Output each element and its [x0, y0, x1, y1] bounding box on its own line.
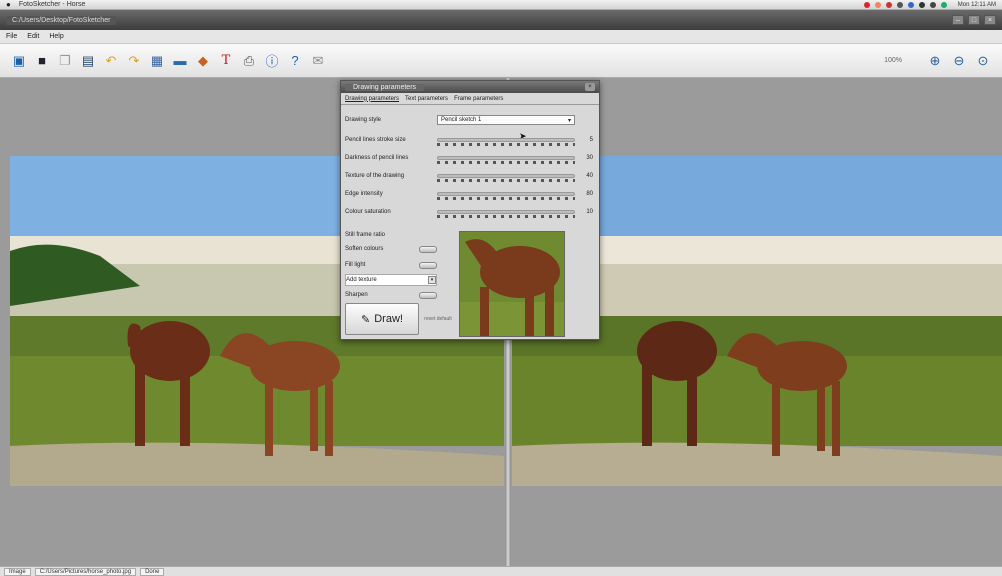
option-toggle[interactable] — [419, 261, 437, 269]
menu-help[interactable]: Help — [49, 33, 63, 40]
print-icon[interactable]: ⎙ — [240, 52, 258, 70]
option-row: Sharpen — [345, 289, 437, 301]
tab-text-parameters[interactable]: Text parameters — [405, 96, 448, 102]
apple-icon[interactable]: ● — [6, 0, 11, 9]
slider-value: 80 — [586, 191, 593, 197]
wifi-icon[interactable] — [918, 1, 925, 8]
open-icon[interactable]: ▣ — [10, 52, 28, 70]
slider-row: Darkness of pencil lines 30 — [345, 151, 597, 165]
slider-label: Pencil lines stroke size — [345, 137, 406, 143]
record-icon[interactable] — [863, 1, 870, 8]
help-icon[interactable]: ? — [286, 52, 304, 70]
drawing-style-value: Pencil sketch 1 — [441, 117, 482, 123]
volume-icon[interactable] — [929, 1, 936, 8]
window-title-bar: C:/Users/Desktop/FotoSketcher – □ × — [0, 10, 1002, 30]
slider-label: Darkness of pencil lines — [345, 155, 409, 161]
status-bar: Image C:/Users/Pictures/horse_photo.jpg … — [0, 566, 1002, 576]
image-icon[interactable]: ▦ — [148, 52, 166, 70]
option-toggle[interactable] — [419, 291, 437, 299]
pencil-icon: ✎ — [361, 313, 371, 326]
menu-edit[interactable]: Edit — [27, 33, 39, 40]
slider-row: Texture of the drawing 40 — [345, 169, 597, 183]
zoom-fit-icon[interactable]: ⊙ — [974, 52, 992, 70]
option-row: Soften colours — [345, 243, 437, 255]
zoom-level: 100% — [884, 57, 902, 64]
option-stepper[interactable]: ▾ — [428, 276, 436, 284]
menu-file[interactable]: File — [6, 33, 17, 40]
option-row: Add texture ▾ — [345, 274, 437, 286]
drawing-style-select[interactable]: Pencil sketch 1 ▾ — [437, 115, 575, 125]
undo-icon[interactable]: ↶ — [102, 52, 120, 70]
window-path: C:/Users/Desktop/FotoSketcher — [6, 15, 117, 25]
clock[interactable]: Mon 12:11 AM — [958, 2, 996, 8]
dialog-title: Drawing parameters — [345, 83, 425, 91]
fire-icon[interactable] — [874, 1, 881, 8]
paint-icon[interactable]: ◆ — [194, 52, 212, 70]
zoom-in-icon[interactable]: ⊕ — [926, 52, 944, 70]
app-title: FotoSketcher - Horse — [18, 1, 86, 8]
app-menu-bar: File Edit Help — [0, 30, 1002, 44]
dialog-close-button[interactable]: × — [585, 83, 595, 91]
edge-intensity-slider[interactable] — [437, 189, 575, 200]
dropbox-icon[interactable] — [907, 1, 914, 8]
preview-thumbnail — [459, 231, 565, 337]
chevron-down-icon: ▾ — [567, 117, 571, 124]
draw-button-label: Draw! — [374, 313, 403, 325]
darkness-slider[interactable] — [437, 153, 575, 164]
zoom-out-icon[interactable]: ⊖ — [950, 52, 968, 70]
maximize-button[interactable]: □ — [968, 15, 980, 25]
info-icon[interactable]: ⓘ — [263, 52, 281, 70]
option-label: Add texture — [346, 277, 377, 283]
options-heading: Still frame ratio — [345, 229, 437, 241]
draw-button[interactable]: ✎ Draw! — [345, 303, 419, 335]
copy-icon[interactable]: ❐ — [56, 52, 74, 70]
tab-drawing-parameters[interactable]: Drawing parameters — [345, 96, 399, 102]
redo-icon[interactable]: ↷ — [125, 52, 143, 70]
landscape-icon[interactable]: ▬ — [171, 52, 189, 70]
camera-icon[interactable] — [896, 1, 903, 8]
option-toggle[interactable] — [419, 245, 437, 253]
minimize-button[interactable]: – — [952, 15, 964, 25]
tab-frame-parameters[interactable]: Frame parameters — [454, 96, 503, 102]
preview-image — [460, 232, 564, 336]
slider-value: 10 — [586, 209, 593, 215]
mail-icon[interactable]: ✉ — [309, 52, 327, 70]
toolbar: ▣ ■ ❐ ▤ ↶ ↷ ▦ ▬ ◆ T ⎙ ⓘ ? ✉ 100% ⊕ ⊖ ⊙ — [0, 44, 1002, 78]
option-label: Fill light — [345, 262, 366, 268]
slider-value: 40 — [586, 173, 593, 179]
saturation-slider[interactable] — [437, 207, 575, 218]
slider-label: Colour saturation — [345, 209, 391, 215]
status-icons: Mon 12:11 AM — [863, 1, 996, 8]
status-segment: C:/Users/Pictures/horse_photo.jpg — [34, 567, 137, 576]
system-menu-bar: ● FotoSketcher - Horse Mon 12:11 AM — [0, 0, 1002, 10]
reset-default-button[interactable]: reset default — [423, 303, 453, 335]
slider-value: 5 — [589, 137, 593, 143]
slider-row: Colour saturation 10 — [345, 205, 597, 219]
option-label: Sharpen — [345, 292, 368, 298]
text-icon[interactable]: T — [217, 52, 235, 70]
option-label: Soften colours — [345, 246, 384, 252]
status-segment: Image — [4, 567, 31, 576]
slider-value: 30 — [586, 155, 593, 161]
slider-label: Texture of the drawing — [345, 173, 405, 179]
drawing-parameters-dialog: Drawing parameters × Drawing parameters … — [340, 80, 600, 340]
slider-row: Edge intensity 80 — [345, 187, 597, 201]
stroke-size-slider[interactable] — [437, 135, 575, 146]
gmail-icon[interactable] — [885, 1, 892, 8]
options-heading-label: Still frame ratio — [345, 232, 386, 238]
slider-row: Pencil lines stroke size 5 — [345, 133, 597, 147]
drawing-style-label: Drawing style — [345, 117, 382, 123]
export-icon[interactable]: ▤ — [79, 52, 97, 70]
battery-icon[interactable] — [940, 1, 947, 8]
status-segment: Done — [140, 567, 165, 576]
slider-label: Edge intensity — [345, 191, 383, 197]
save-icon[interactable]: ■ — [33, 52, 51, 70]
close-button[interactable]: × — [984, 15, 996, 25]
texture-slider[interactable] — [437, 171, 575, 182]
drawing-style-row: Drawing style Pencil sketch 1 ▾ — [345, 113, 597, 127]
option-row: Fill light — [345, 259, 437, 271]
